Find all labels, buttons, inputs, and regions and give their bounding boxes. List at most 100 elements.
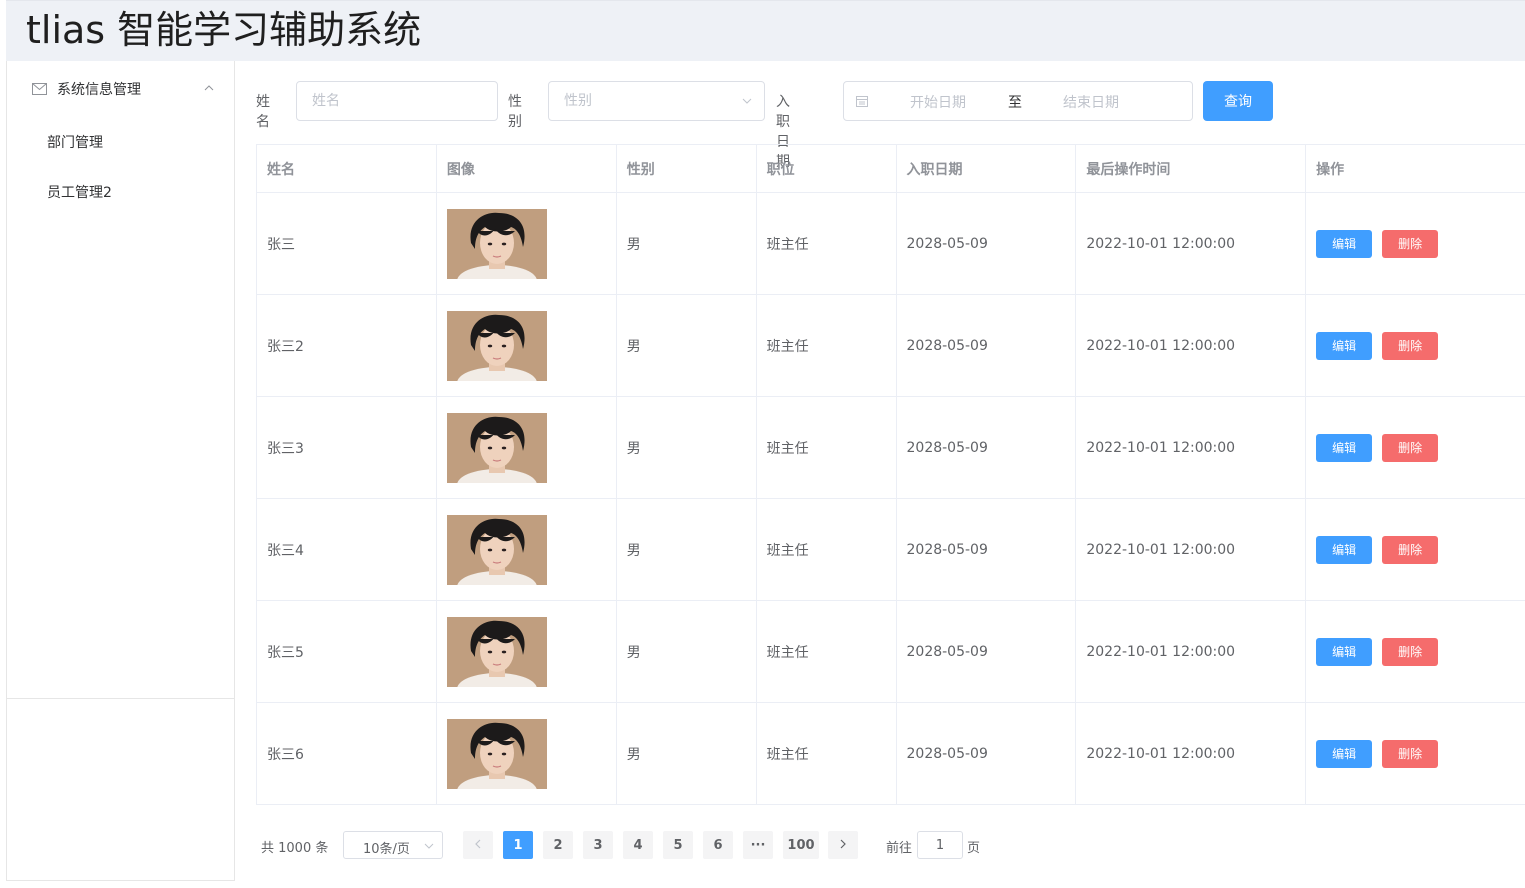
employee-position: 班主任 xyxy=(757,703,897,804)
query-button[interactable]: 查询 xyxy=(1203,81,1273,121)
page-button-4[interactable]: 4 xyxy=(623,831,653,859)
table-row: 张三6 男班主任 2028-05-09 2022-10-01 12:00:00 编辑删… xyxy=(257,703,1525,805)
page-button-5[interactable]: 5 xyxy=(663,831,693,859)
employee-gender: 男 xyxy=(617,295,757,396)
column-header-name: 姓名 xyxy=(257,145,437,192)
column-header-position: 职位 xyxy=(757,145,897,192)
employee-update-time: 2022-10-01 12:00:00 xyxy=(1076,193,1307,294)
table-row: 张三4 男班主任 2028-05-09 2022-10-01 12:00:00 编辑删… xyxy=(257,499,1525,601)
edit-button[interactable]: 编辑 xyxy=(1316,433,1373,462)
employee-position: 班主任 xyxy=(757,193,897,294)
page-button-100[interactable]: 100 xyxy=(783,831,819,859)
pagination: 共 1000 条 10条/页 1 2 3 4 5 6 ··· 100 前往 页 xyxy=(256,831,1016,859)
employee-image-cell xyxy=(437,499,617,600)
avatar xyxy=(446,718,547,789)
delete-button[interactable]: 删除 xyxy=(1382,535,1439,564)
edit-button[interactable]: 编辑 xyxy=(1316,229,1373,258)
gender-select[interactable] xyxy=(548,81,765,121)
next-page-button[interactable] xyxy=(828,831,858,859)
delete-button[interactable]: 删除 xyxy=(1382,433,1439,462)
employee-update-time: 2022-10-01 12:00:00 xyxy=(1076,703,1307,804)
app-header: tlias 智能学习辅助系统 xyxy=(6,0,1525,61)
name-label: 姓名 xyxy=(256,94,270,130)
edit-button[interactable]: 编辑 xyxy=(1316,535,1373,564)
chevron-down-icon xyxy=(424,843,434,849)
gender-select-input[interactable] xyxy=(549,82,764,120)
date-end-placeholder[interactable]: 结束日期 xyxy=(1063,92,1119,112)
employee-entry-date: 2028-05-09 xyxy=(897,295,1077,396)
delete-button[interactable]: 删除 xyxy=(1382,331,1439,360)
page-button-6[interactable]: 6 xyxy=(703,831,733,859)
page-suffix: 页 xyxy=(967,841,981,856)
employee-position: 班主任 xyxy=(757,601,897,702)
employee-entry-date: 2028-05-09 xyxy=(897,601,1077,702)
date-range-separator: 至 xyxy=(1008,95,1022,111)
sidebar-item-label: 部门管理 xyxy=(47,135,103,151)
sidebar-item-employee[interactable]: 员工管理2 xyxy=(7,167,235,217)
avatar xyxy=(446,208,547,279)
sidebar-item-department[interactable]: 部门管理 xyxy=(7,117,235,167)
name-input[interactable] xyxy=(297,82,497,120)
employee-gender: 男 xyxy=(617,499,757,600)
edit-button[interactable]: 编辑 xyxy=(1316,739,1373,768)
page-size-value: 10条/页 xyxy=(363,842,410,857)
mail-icon xyxy=(32,83,47,95)
delete-button[interactable]: 删除 xyxy=(1382,229,1439,258)
table-body: 张三 男班主任 2028-05-09 2022-10-01 12:00:00 编辑 删除… xyxy=(257,193,1525,805)
table-header: 姓名 图像 性别 职位 入职日期 最后操作时间 操作 xyxy=(257,145,1525,193)
employee-name: 张三4 xyxy=(257,499,437,600)
sidebar-group-system-info[interactable]: 系统信息管理 xyxy=(7,61,235,117)
employee-image-cell xyxy=(437,601,617,702)
avatar xyxy=(446,310,547,381)
page-button-1[interactable]: 1 xyxy=(503,831,533,859)
edit-button[interactable]: 编辑 xyxy=(1316,637,1373,666)
employee-entry-date: 2028-05-09 xyxy=(897,499,1077,600)
employee-update-time: 2022-10-01 12:00:00 xyxy=(1076,499,1307,600)
goto-field[interactable] xyxy=(917,831,963,859)
employee-gender: 男 xyxy=(617,703,757,804)
employee-image-cell xyxy=(437,703,617,804)
sidebar-footer-area xyxy=(6,699,235,881)
page-button-2[interactable]: 2 xyxy=(543,831,573,859)
edit-button[interactable]: 编辑 xyxy=(1316,331,1373,360)
employee-image-cell xyxy=(437,193,617,294)
employee-position: 班主任 xyxy=(757,397,897,498)
pagination-total: 共 1000 条 xyxy=(261,841,329,856)
employee-gender: 男 xyxy=(617,397,757,498)
employee-name: 张三3 xyxy=(257,397,437,498)
page-size-select[interactable]: 10条/页 xyxy=(343,831,443,859)
employee-name: 张三2 xyxy=(257,295,437,396)
sidebar: 系统信息管理 部门管理 员工管理2 xyxy=(6,61,235,699)
employee-update-time: 2022-10-01 12:00:00 xyxy=(1076,295,1307,396)
prev-page-button[interactable] xyxy=(463,831,493,859)
more-pages-button[interactable]: ··· xyxy=(743,831,773,859)
employee-entry-date: 2028-05-09 xyxy=(897,703,1077,804)
chevron-up-icon xyxy=(204,85,214,91)
column-header-entry-date: 入职日期 xyxy=(897,145,1077,192)
table-row: 张三5 男班主任 2028-05-09 2022-10-01 12:00:00 编辑删… xyxy=(257,601,1525,703)
column-header-update-time: 最后操作时间 xyxy=(1076,145,1307,192)
employee-name: 张三 xyxy=(257,193,437,294)
delete-button[interactable]: 删除 xyxy=(1382,739,1439,768)
employee-actions: 编辑 删除 xyxy=(1306,703,1525,804)
delete-button[interactable]: 删除 xyxy=(1382,637,1439,666)
chevron-right-icon xyxy=(840,839,846,848)
employee-actions: 编辑 删除 xyxy=(1306,499,1525,600)
employee-gender: 男 xyxy=(617,193,757,294)
goto-page-input[interactable] xyxy=(918,832,962,858)
date-range-picker[interactable]: 开始日期 至 结束日期 xyxy=(843,81,1193,121)
date-start-placeholder[interactable]: 开始日期 xyxy=(910,92,966,112)
name-field[interactable] xyxy=(296,81,498,121)
employee-entry-date: 2028-05-09 xyxy=(897,193,1077,294)
calendar-icon xyxy=(856,96,868,107)
employee-update-time: 2022-10-01 12:00:00 xyxy=(1076,397,1307,498)
avatar xyxy=(446,616,547,687)
page-button-3[interactable]: 3 xyxy=(583,831,613,859)
employee-image-cell xyxy=(437,295,617,396)
avatar xyxy=(446,514,547,585)
sidebar-group-label: 系统信息管理 xyxy=(57,82,141,98)
employee-image-cell xyxy=(437,397,617,498)
column-header-gender: 性别 xyxy=(617,145,757,192)
chevron-left-icon xyxy=(475,839,481,848)
employee-position: 班主任 xyxy=(757,295,897,396)
